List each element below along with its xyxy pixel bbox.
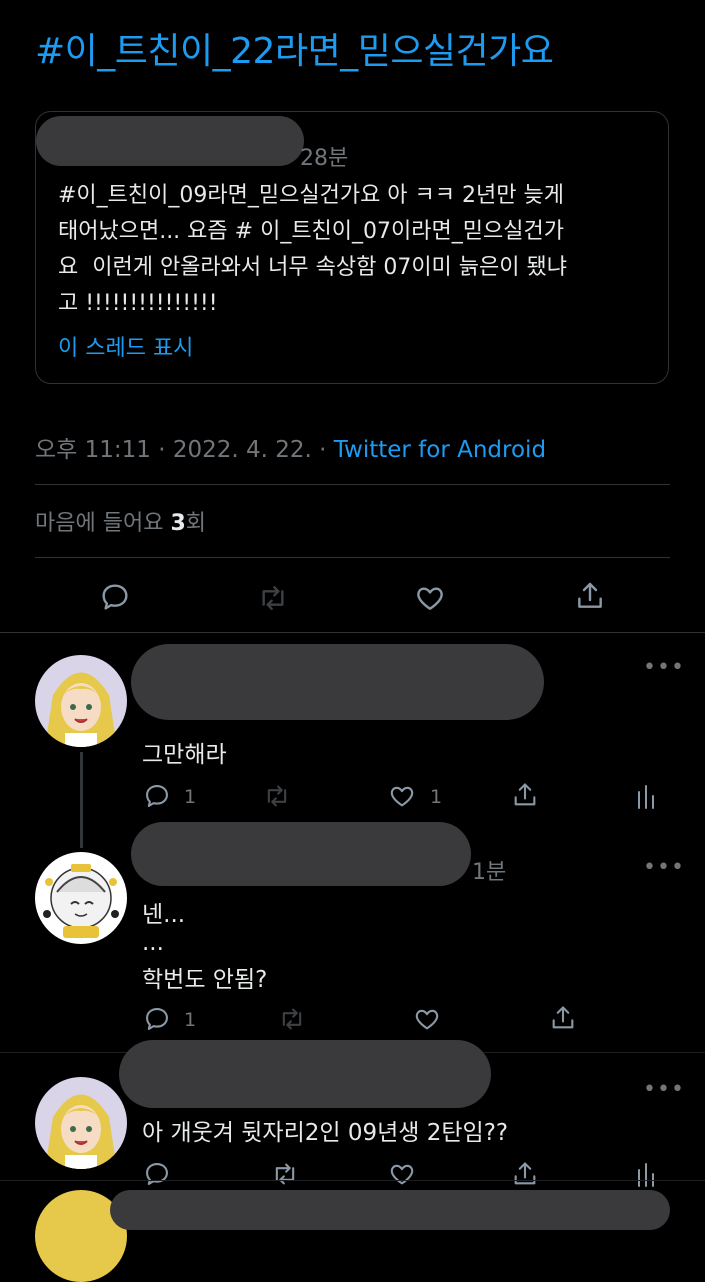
likes-label: 마음에 들어요 xyxy=(35,511,171,536)
tweet-hashtag-text[interactable]: #이_트친이_22라면_믿으실건가요 xyxy=(35,22,554,74)
reply-text-line-2: ... xyxy=(142,930,164,956)
reply-count: 1 xyxy=(184,1009,197,1031)
show-thread-link[interactable]: 이 스레드 표시 xyxy=(58,330,193,362)
quoted-tweet-time: 28분 xyxy=(300,146,349,171)
redacted-username xyxy=(131,644,544,720)
retweet-icon[interactable] xyxy=(262,782,292,810)
analytics-icon[interactable] xyxy=(634,1160,658,1188)
reply-text-line-3: 학번도 안됨? xyxy=(142,967,268,993)
likes-count: 3 xyxy=(170,511,186,536)
tweet-source-link[interactable]: Twitter for Android xyxy=(334,437,546,463)
analytics-icon[interactable] xyxy=(634,782,658,810)
redacted-username xyxy=(36,116,304,166)
more-icon[interactable]: ••• xyxy=(643,655,685,680)
more-icon[interactable]: ••• xyxy=(643,855,685,880)
likes-summary[interactable]: 마음에 들어요 3회 xyxy=(35,505,206,537)
avatar[interactable] xyxy=(35,655,127,747)
retweet-icon[interactable] xyxy=(270,1160,300,1188)
retweet-icon[interactable] xyxy=(256,582,290,614)
retweet-icon[interactable] xyxy=(277,1005,307,1033)
thread-line xyxy=(80,752,83,848)
redacted-username xyxy=(110,1190,670,1230)
reply-text-line-1: 넨... xyxy=(142,902,186,928)
avatar[interactable] xyxy=(35,852,127,944)
reply-icon[interactable] xyxy=(99,581,131,613)
redacted-username xyxy=(119,1040,491,1108)
share-icon[interactable] xyxy=(511,781,539,809)
section-divider xyxy=(0,1180,705,1181)
section-divider xyxy=(0,632,705,633)
more-icon[interactable]: ••• xyxy=(643,1077,685,1102)
like-icon[interactable] xyxy=(414,582,446,614)
share-icon[interactable] xyxy=(549,1004,577,1032)
like-icon[interactable] xyxy=(413,1005,441,1033)
reply-icon[interactable] xyxy=(143,782,171,810)
share-icon[interactable] xyxy=(574,580,606,612)
tweet-timestamp: 오후 11:11 · 2022. 4. 22. · xyxy=(35,437,334,463)
reply-text: 아 개웃겨 뒷자리2인 09년생 2탄임?? xyxy=(142,1120,509,1146)
likes-label-suffix: 회 xyxy=(185,511,206,536)
divider xyxy=(35,484,670,485)
reply-count: 1 xyxy=(184,786,197,808)
redacted-username xyxy=(131,822,471,886)
avatar[interactable] xyxy=(35,1077,127,1169)
tweet-meta: 오후 11:11 · 2022. 4. 22. · Twitter for An… xyxy=(35,430,546,464)
reply-time: 1분 xyxy=(472,860,507,885)
like-icon[interactable] xyxy=(388,1160,416,1188)
reply-icon[interactable] xyxy=(143,1005,171,1033)
divider xyxy=(35,557,670,558)
reply-icon[interactable] xyxy=(143,1160,171,1188)
share-icon[interactable] xyxy=(511,1160,539,1188)
quoted-tweet-text: #이_트친이_09라면_믿으실건가요 아 ㅋㅋ 2년만 늦게 태어났으면... … xyxy=(58,183,567,316)
like-count: 1 xyxy=(430,786,443,808)
like-icon[interactable] xyxy=(388,782,416,810)
reply-text: 그만해라 xyxy=(142,742,227,768)
